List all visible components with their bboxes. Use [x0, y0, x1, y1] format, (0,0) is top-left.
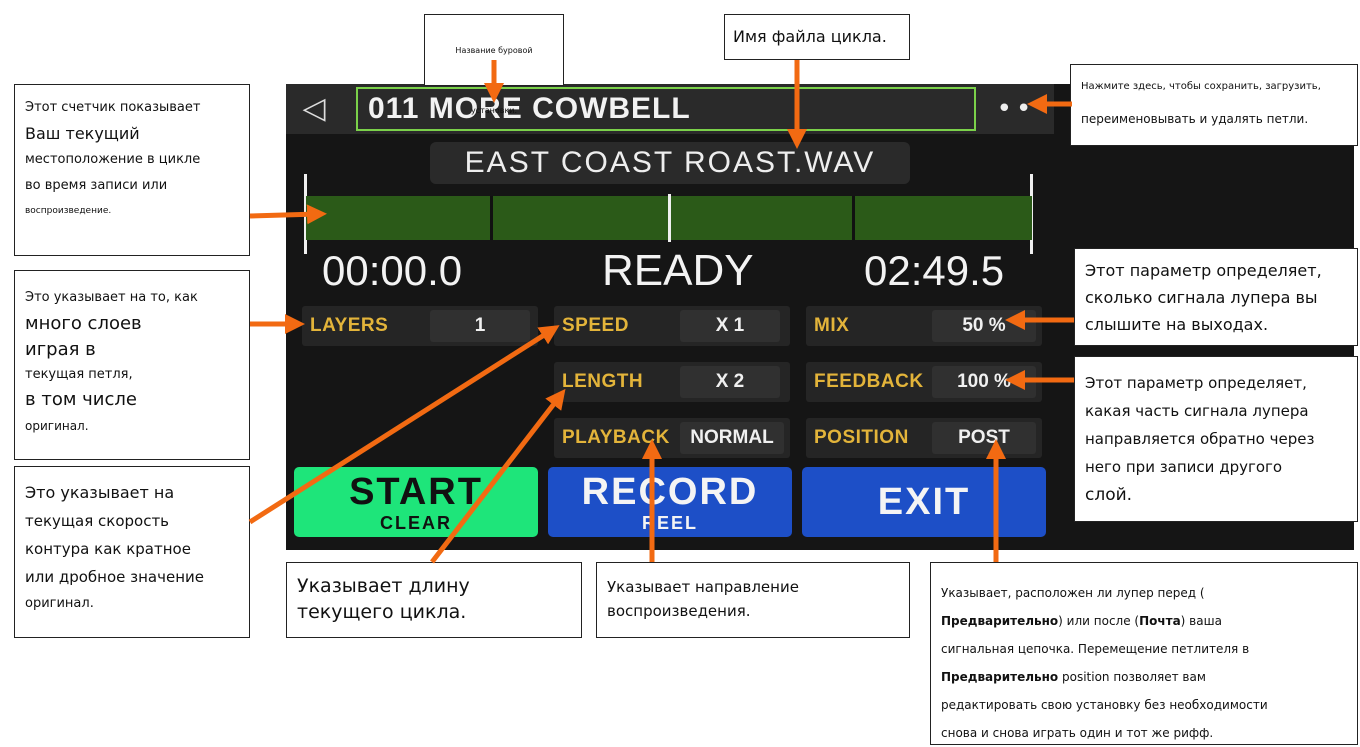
mix-label: MIX — [814, 315, 850, 336]
loop-progress-bar[interactable] — [306, 194, 1032, 242]
record-reel-button[interactable]: RECORD REEL — [548, 467, 792, 537]
speed-value: X 1 — [680, 310, 780, 342]
callout-speed-line: оригинал. — [25, 596, 94, 611]
callout-mix-line: Этот параметр определяет, — [1085, 261, 1322, 280]
callout-position-post: Почта — [1139, 614, 1181, 628]
param-feedback[interactable]: FEEDBACK 100 % — [806, 362, 1042, 402]
callout-layers-line: играя в — [25, 339, 96, 360]
progress-divider — [852, 196, 855, 240]
status-text: READY — [602, 246, 754, 295]
playback-value: NORMAL — [680, 422, 784, 454]
feedback-value: 100 % — [932, 366, 1036, 398]
progress-playhead — [668, 194, 671, 242]
callout-counter-line: во время записи или — [25, 178, 168, 193]
layers-label: LAYERS — [310, 315, 389, 336]
callout-position-text: ) или после ( — [1058, 614, 1140, 628]
loop-filename: EAST COAST ROAST.WAV — [430, 142, 910, 184]
callout-layers-line: в том числе — [25, 389, 137, 410]
reel-button-label: REEL — [641, 513, 698, 533]
callout-counter: Этот счетчик показывает Ваш текущий мест… — [14, 84, 250, 256]
start-clear-button[interactable]: START CLEAR — [294, 467, 538, 537]
param-length[interactable]: LENGTH X 2 — [554, 362, 790, 402]
setup-name[interactable]: 011 MORE COWBELL — [356, 87, 976, 131]
callout-playback: Указывает направление воспроизведения. — [596, 562, 910, 638]
callout-position-pre: Предварительно — [941, 670, 1059, 684]
param-position[interactable]: POSITION POST — [806, 418, 1042, 458]
time-total: 02:49.5 — [864, 247, 1005, 294]
callout-mix-line: слышите на выходах. — [1085, 315, 1269, 334]
callout-save-menu: Нажмите здесь, чтобы сохранить, загрузит… — [1070, 64, 1358, 146]
param-playback[interactable]: PLAYBACK NORMAL — [554, 418, 790, 458]
speed-label: SPEED — [562, 315, 629, 336]
clear-button-label: CLEAR — [380, 513, 452, 533]
callout-speed: Это указывает на текущая скорость контур… — [14, 466, 250, 638]
record-button-label: RECORD — [581, 471, 759, 513]
callout-position-text: position позволяет вам — [1058, 670, 1206, 684]
callout-layers-line: Это указывает на то, как — [25, 290, 198, 305]
playback-label: PLAYBACK — [562, 427, 670, 448]
callout-position-line: Указывает, расположен ли лупер перед ( — [941, 579, 1347, 607]
position-label: POSITION — [814, 427, 909, 448]
callout-speed-line: или дробное значение — [25, 568, 205, 586]
callout-position-text: ) ваша — [1180, 614, 1222, 628]
callout-save-line: Нажмите здесь, чтобы сохранить, загрузит… — [1081, 81, 1321, 92]
layers-value: 1 — [430, 310, 530, 342]
progress-divider — [490, 196, 493, 240]
callout-setup-name: Название буровой установки. — [424, 14, 564, 115]
callout-position-pre: Предварительно — [941, 614, 1059, 628]
callout-loop-filename-text: Имя файла цикла. — [733, 27, 887, 46]
callout-counter-line: воспроизведение. — [25, 206, 112, 216]
callout-mix-line: сколько сигнала лупера вы — [1085, 288, 1318, 307]
callout-position-text: Указывает, расположен ли лупер перед ( — [941, 586, 1205, 600]
param-mix[interactable]: MIX 50 % — [806, 306, 1042, 346]
callout-loop-filename: Имя файла цикла. — [724, 14, 910, 60]
callout-position-line: сигнальная цепочка. Перемещение петлител… — [941, 642, 1250, 656]
callout-layers: Это указывает на то, как много слоев игр… — [14, 270, 250, 460]
callout-feedback-line: него при записи другого — [1085, 458, 1283, 476]
more-options-icon[interactable]: •• — [986, 92, 1046, 126]
length-value: X 2 — [680, 366, 780, 398]
callout-position-line: Предварительно) или после (Почта) ваша — [941, 607, 1347, 635]
callout-position: Указывает, расположен ли лупер перед ( П… — [930, 562, 1358, 745]
exit-button[interactable]: EXIT — [802, 467, 1046, 537]
callout-speed-line: Это указывает на — [25, 483, 175, 502]
callout-counter-line: Этот счетчик показывает — [25, 100, 201, 115]
param-layers[interactable]: LAYERS 1 — [302, 306, 538, 346]
length-label: LENGTH — [562, 371, 644, 392]
callout-playback-line: Указывает направление — [607, 578, 799, 596]
feedback-label: FEEDBACK — [814, 371, 924, 392]
callout-position-line: Предварительно position позволяет вам — [941, 663, 1347, 691]
start-button-label: START — [349, 471, 483, 513]
callout-feedback-line: какая часть сигнала лупера — [1085, 402, 1309, 420]
callout-save-line: переименовывать и удалять петли. — [1081, 112, 1309, 126]
callout-length-line: текущего цикла. — [297, 601, 467, 623]
callout-layers-line: оригинал. — [25, 419, 89, 433]
callout-mix: Этот параметр определяет, сколько сигнал… — [1074, 248, 1358, 346]
callout-counter-line: местоположение в цикле — [25, 152, 201, 167]
time-current: 00:00.0 — [322, 247, 463, 294]
callout-feedback-line: Этот параметр определяет, — [1085, 374, 1307, 392]
callout-layers-line: текущая петля, — [25, 367, 133, 382]
mix-value: 50 % — [932, 310, 1036, 342]
callout-feedback-line: слой. — [1085, 485, 1133, 505]
callout-length-line: Указывает длину — [297, 575, 470, 597]
exit-button-label: EXIT — [877, 481, 971, 523]
callout-counter-line: Ваш текущий — [25, 124, 140, 143]
param-speed[interactable]: SPEED X 1 — [554, 306, 790, 346]
callout-feedback-line: направляется обратно через — [1085, 430, 1315, 448]
callout-speed-line: текущая скорость — [25, 512, 170, 530]
callout-layers-line: много слоев — [25, 313, 142, 334]
callout-playback-line: воспроизведения. — [607, 602, 751, 620]
back-arrow-icon[interactable]: ◁ — [296, 92, 332, 126]
position-value: POST — [932, 422, 1036, 454]
callout-position-line: редактировать свою установку без необход… — [941, 698, 1268, 712]
callout-position-line: снова и снова играть один и тот же рифф. — [941, 726, 1214, 740]
callout-length: Указывает длину текущего цикла. — [286, 562, 582, 638]
callout-speed-line: контура как кратное — [25, 540, 191, 558]
callout-feedback: Этот параметр определяет, какая часть си… — [1074, 356, 1358, 522]
